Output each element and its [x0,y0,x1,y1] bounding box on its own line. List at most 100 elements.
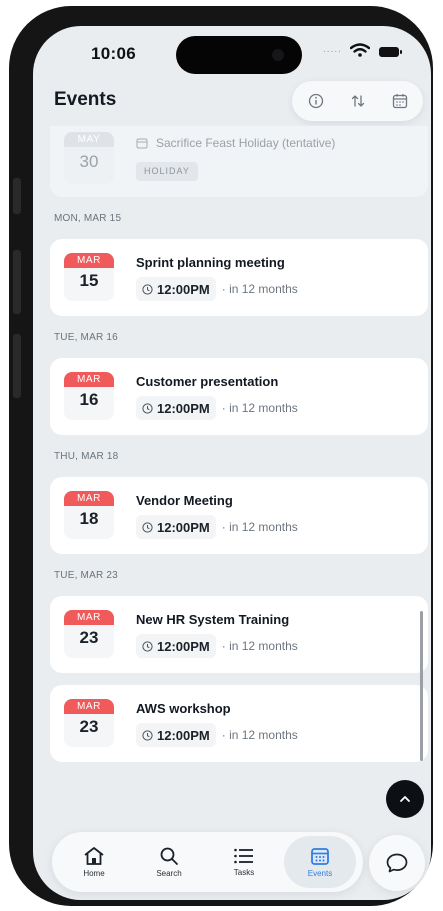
dynamic-island [176,36,302,74]
info-button[interactable] [304,89,328,113]
clock-icon [142,729,153,741]
event-time-chip: 12:00PM [136,634,216,658]
holiday-day: 30 [79,152,99,171]
tab-home[interactable]: Home [58,836,130,888]
event-title: Customer presentation [136,374,279,389]
event-month: MAR [64,372,114,387]
section-header: THU, MAR 18 [54,451,119,462]
event-meta: 12:00PM · in 12 months [136,634,298,658]
event-month: MAR [64,491,114,506]
event-relative-time: · in 12 months [221,520,298,534]
event-card[interactable]: MAR 23 New HR System Training 12:00PM · … [50,596,428,673]
event-title: New HR System Training [136,612,290,627]
event-relative-time: · in 12 months [221,728,298,742]
home-icon [84,847,104,865]
sort-button[interactable] [346,89,370,113]
volume-down-button [13,334,21,398]
event-meta: 12:00PM · in 12 months [136,277,298,301]
info-icon [308,93,324,109]
event-month: MAR [64,699,114,714]
calendar-view-button[interactable] [388,89,412,113]
calendar-icon [136,138,148,149]
header-toolbar [292,81,423,121]
mute-switch [13,178,21,214]
signal-dots: ..... [323,44,342,55]
tab-search[interactable]: Search [133,836,205,888]
event-meta: 12:00PM · in 12 months [136,515,298,539]
event-time: 12:00PM [157,727,210,743]
holiday-tag: HOLIDAY [136,162,198,181]
event-month: MAR [64,610,114,625]
event-day: 16 [79,390,99,409]
event-day: 23 [79,717,99,736]
event-month: MAR [64,253,114,268]
tab-home-label: Home [83,869,105,878]
tab-search-label: Search [156,869,182,878]
event-card[interactable]: MAR 15 Sprint planning meeting 12:00PM ·… [50,239,428,316]
scrollbar[interactable] [420,611,423,761]
event-day: 18 [79,509,99,528]
event-card[interactable]: MAR 23 AWS workshop 12:00PM · in 12 mont… [50,685,428,762]
clock-icon [142,402,153,414]
event-title: Sprint planning meeting [136,255,285,270]
event-relative-time: · in 12 months [221,639,298,653]
event-time: 12:00PM [157,519,210,535]
event-day: 23 [79,628,99,647]
calendar-icon [392,94,408,109]
holiday-month: MAY [64,132,114,147]
event-time-chip: 12:00PM [136,277,216,301]
event-meta: 12:00PM · in 12 months [136,396,298,420]
holiday-title-row: Sacrifice Feast Holiday (tentative) [136,136,335,150]
calendar-icon [311,848,329,865]
event-date-badge: MAR 23 [64,699,114,747]
event-time: 12:00PM [157,400,210,416]
event-time-chip: 12:00PM [136,515,216,539]
holiday-card[interactable]: MAY 30 Sacrifice Feast Holiday (tentativ… [50,126,428,197]
event-date-badge: MAR 15 [64,253,114,301]
camera-icon [272,49,284,61]
scroll-to-top-button[interactable] [386,780,424,818]
section-header: MON, MAR 15 [54,213,122,224]
event-card[interactable]: MAR 16 Customer presentation 12:00PM · i… [50,358,428,435]
event-title: AWS workshop [136,701,231,716]
holiday-title: Sacrifice Feast Holiday (tentative) [156,136,336,150]
event-date-badge: MAR 18 [64,491,114,539]
holiday-date-badge: MAY 30 [64,132,114,184]
status-time: 10:06 [91,44,136,63]
event-time: 12:00PM [157,281,210,297]
event-time-chip: 12:00PM [136,396,216,420]
chat-bubble-icon [386,853,408,873]
event-date-badge: MAR 16 [64,372,114,420]
chevron-up-icon [400,796,410,802]
status-bar: 10:06 ..... [33,26,431,82]
screen: 10:06 ..... Events MAY 30 Sacrifice Feas… [33,26,431,900]
clock-icon [142,283,153,295]
phone-frame: 10:06 ..... Events MAY 30 Sacrifice Feas… [9,6,433,906]
tab-events-label: Events [307,869,333,878]
tab-tasks-label: Tasks [233,868,255,877]
section-header: TUE, MAR 23 [54,570,118,581]
clock-icon [142,640,153,652]
tab-bar: Home Search Tasks Events [52,832,363,892]
battery-icon [379,47,402,57]
chat-button[interactable] [369,835,425,891]
event-time-chip: 12:00PM [136,723,216,747]
event-meta: 12:00PM · in 12 months [136,723,298,747]
search-icon [160,847,178,865]
event-relative-time: · in 12 months [221,282,298,296]
event-date-badge: MAR 23 [64,610,114,658]
page-title: Events [54,89,117,110]
wifi-icon [350,43,370,57]
event-day: 15 [79,271,99,290]
event-relative-time: · in 12 months [221,401,298,415]
list-icon [234,848,253,864]
event-title: Vendor Meeting [136,493,233,508]
event-card[interactable]: MAR 18 Vendor Meeting 12:00PM · in 12 mo… [50,477,428,554]
tab-events[interactable]: Events [284,836,356,888]
event-time: 12:00PM [157,638,210,654]
section-header: TUE, MAR 16 [54,332,118,343]
clock-icon [142,521,153,533]
sort-icon [351,95,365,107]
tab-tasks[interactable]: Tasks [208,836,280,888]
volume-up-button [13,250,21,314]
